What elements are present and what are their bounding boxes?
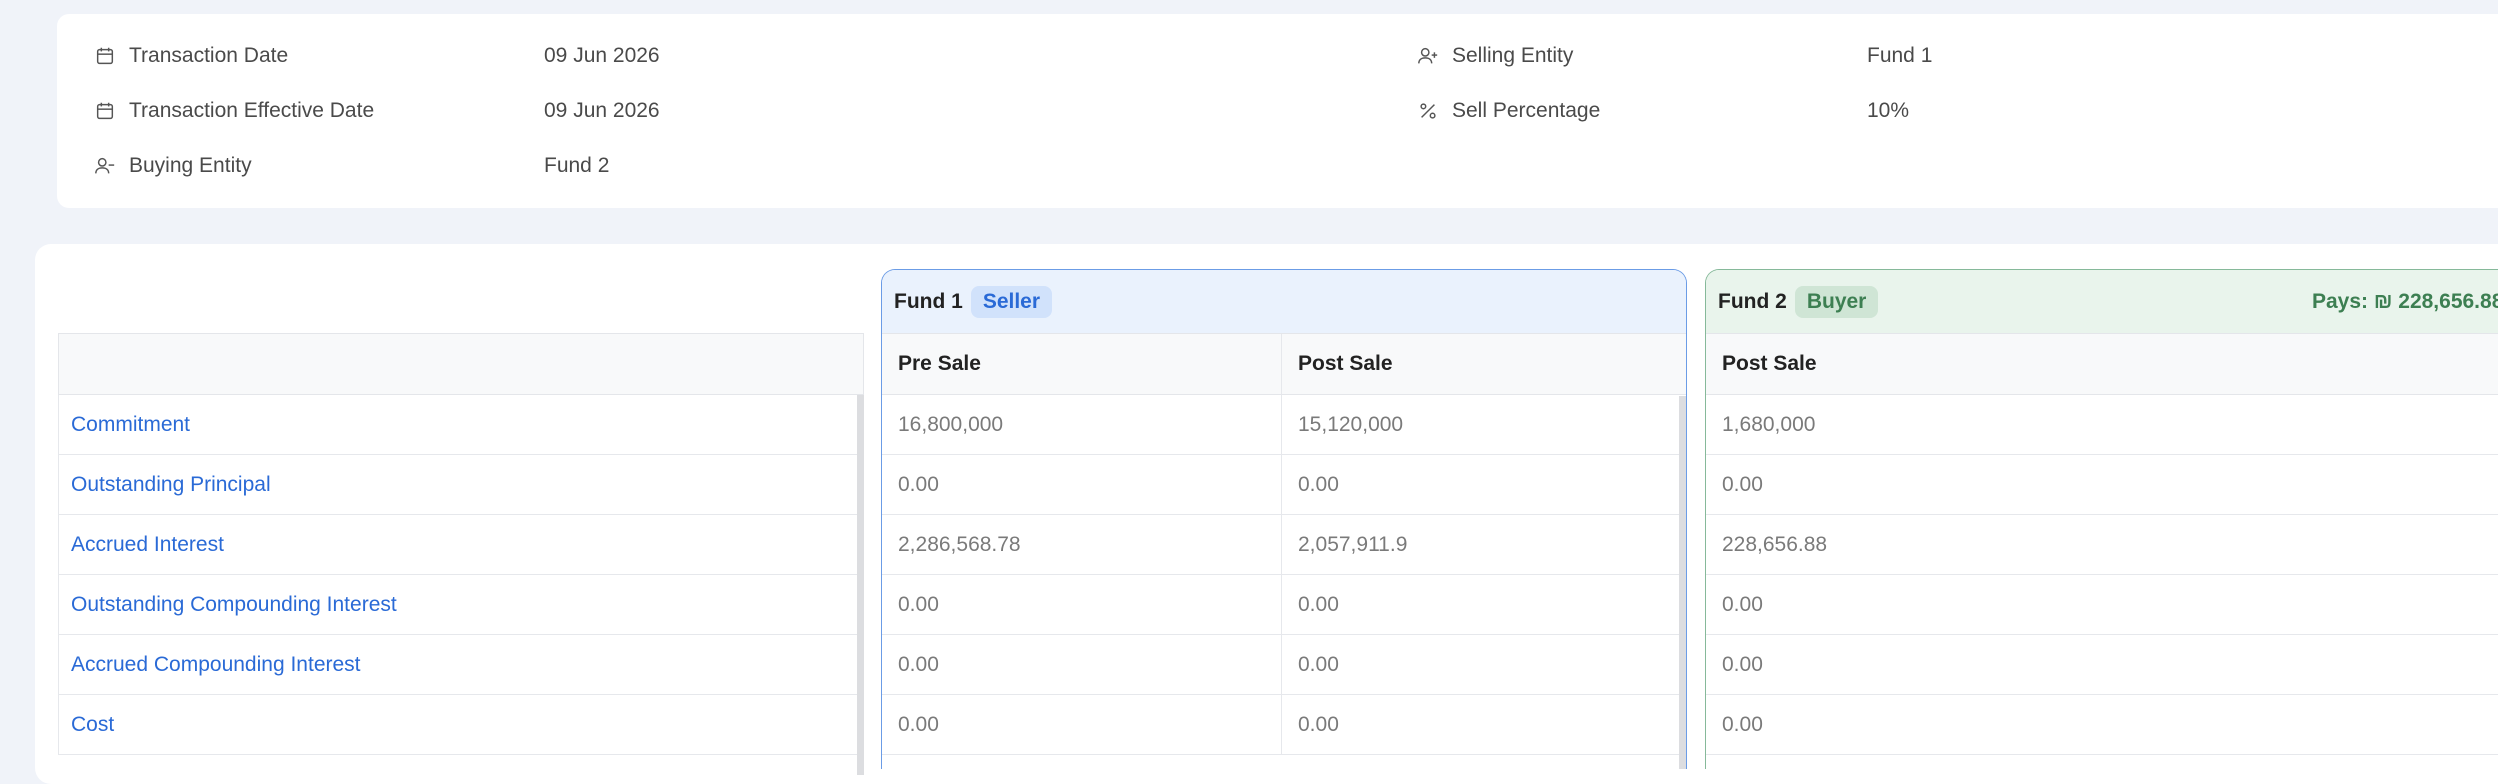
fund1-post-sale-cell: 0.00 bbox=[1282, 635, 1682, 695]
transaction-date-label: Transaction Date bbox=[93, 41, 288, 71]
fund1-pre-sale-cell: 0.00 bbox=[882, 575, 1281, 635]
fund1-pre-sale-cell: 16,800,000 bbox=[882, 395, 1281, 455]
fund1-pre-sale-cell: 0.00 bbox=[882, 635, 1281, 695]
left-table-scrollbar[interactable] bbox=[857, 395, 864, 775]
fund2-column-headers: Post Sale bbox=[1706, 333, 2498, 395]
fund1-post-sale-header: Post Sale bbox=[1298, 352, 1393, 375]
seller-badge: Seller bbox=[970, 285, 1053, 318]
row-label-header bbox=[58, 333, 864, 395]
fund1-post-sale-cell: 2,057,911.9 bbox=[1282, 515, 1682, 575]
fund1-scrollbar[interactable] bbox=[1679, 396, 1686, 769]
fund2-panel: Fund 2 Buyer Pays: ₪ 228,656.88 Post Sal… bbox=[1705, 269, 2498, 769]
fund1-name: Fund 1 bbox=[894, 289, 963, 313]
fund1-column-headers: Pre Sale Post Sale bbox=[882, 333, 1686, 395]
row-label-accrued-compounding-interest[interactable]: Accrued Compounding Interest bbox=[58, 635, 864, 695]
fund2-name: Fund 2 bbox=[1718, 289, 1787, 313]
row-label-outstanding-principal[interactable]: Outstanding Principal bbox=[58, 455, 864, 515]
fund1-post-sale-cell: 15,120,000 bbox=[1282, 395, 1682, 455]
row-label-table: Commitment Outstanding Principal Accrued… bbox=[58, 333, 864, 755]
fund1-post-sale-cell: 0.00 bbox=[1282, 695, 1682, 755]
fund1-grid: 16,800,000 0.00 2,286,568.78 0.00 0.00 0… bbox=[882, 395, 1686, 755]
row-label-cost[interactable]: Cost bbox=[58, 695, 864, 755]
fund2-post-sale-header: Post Sale bbox=[1722, 352, 1817, 375]
fund1-pre-sale-header: Pre Sale bbox=[882, 334, 1282, 394]
row-label-commitment[interactable]: Commitment bbox=[58, 395, 864, 455]
row-label-accrued-interest[interactable]: Accrued Interest bbox=[58, 515, 864, 575]
fund1-pre-sale-cell: 2,286,568.78 bbox=[882, 515, 1281, 575]
fund2-post-sale-cell: 228,656.88 bbox=[1706, 515, 2498, 575]
fund1-pre-sale-cell: 0.00 bbox=[882, 455, 1281, 515]
fund2-post-sale-cell: 0.00 bbox=[1706, 695, 2498, 755]
calendar-icon bbox=[93, 44, 117, 68]
fund2-post-sale-cell: 0.00 bbox=[1706, 575, 2498, 635]
percent-icon bbox=[1416, 99, 1440, 123]
sell-percentage-label: Sell Percentage bbox=[1416, 96, 1600, 126]
row-label-outstanding-compounding-interest[interactable]: Outstanding Compounding Interest bbox=[58, 575, 864, 635]
fund1-header: Fund 1 Seller bbox=[882, 270, 1686, 333]
buying-entity-value: Fund 2 bbox=[544, 154, 610, 177]
user-plus-icon bbox=[1416, 44, 1440, 68]
fund1-post-sale-column: 15,120,000 0.00 2,057,911.9 0.00 0.00 0.… bbox=[1282, 395, 1682, 755]
fund2-post-sale-cell: 0.00 bbox=[1706, 455, 2498, 515]
fund1-panel: Fund 1 Seller Pre Sale Post Sale 16,800,… bbox=[881, 269, 1687, 769]
fund1-post-sale-cell: 0.00 bbox=[1282, 575, 1682, 635]
fund2-post-sale-cell: 0.00 bbox=[1706, 635, 2498, 695]
effective-date-value: 09 Jun 2026 bbox=[544, 99, 660, 122]
fund1-post-sale-cell: 0.00 bbox=[1282, 455, 1682, 515]
fund2-grid: 1,680,000 0.00 228,656.88 0.00 0.00 0.00 bbox=[1706, 395, 2498, 755]
fund2-post-sale-column: 1,680,000 0.00 228,656.88 0.00 0.00 0.00 bbox=[1706, 395, 2498, 755]
calendar-icon bbox=[93, 99, 117, 123]
transaction-date-value: 09 Jun 2026 bbox=[544, 44, 660, 67]
fund1-pre-sale-column: 16,800,000 0.00 2,286,568.78 0.00 0.00 0… bbox=[882, 395, 1282, 755]
buying-entity-label: Buying Entity bbox=[93, 151, 252, 181]
buyer-badge: Buyer bbox=[1794, 285, 1879, 318]
transaction-info-card bbox=[57, 14, 2498, 208]
effective-date-label: Transaction Effective Date bbox=[93, 96, 374, 126]
selling-entity-label: Selling Entity bbox=[1416, 41, 1573, 71]
pays-amount: Pays: ₪ 228,656.88 bbox=[2312, 290, 2498, 313]
selling-entity-value: Fund 1 bbox=[1867, 44, 1933, 67]
fund2-post-sale-cell: 1,680,000 bbox=[1706, 395, 2498, 455]
user-minus-icon bbox=[93, 154, 117, 178]
sell-percentage-value: 10% bbox=[1867, 99, 1910, 122]
fund1-pre-sale-cell: 0.00 bbox=[882, 695, 1281, 755]
fund2-header: Fund 2 Buyer Pays: ₪ 228,656.88 bbox=[1706, 270, 2498, 333]
